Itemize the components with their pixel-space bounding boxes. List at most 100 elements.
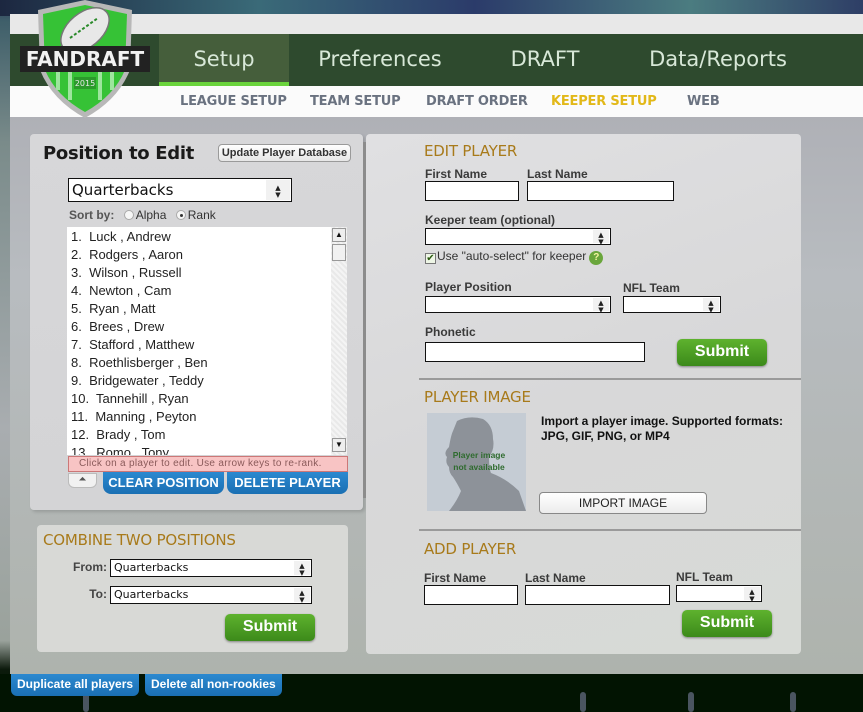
subnav-team-setup[interactable]: TEAM SETUP <box>310 94 401 109</box>
list-item[interactable]: 5. Ryan , Matt <box>71 301 156 316</box>
field-decoration <box>688 692 694 712</box>
duplicate-all-players-button[interactable]: Duplicate all players <box>11 674 140 696</box>
list-item[interactable]: 9. Bridgewater , Teddy <box>71 373 204 388</box>
combine-to-value: Quarterbacks <box>114 588 189 601</box>
subnav-draft-order[interactable]: DRAFT ORDER <box>426 94 528 109</box>
combine-to-select[interactable]: Quarterbacks ▲ ▼ <box>110 586 312 604</box>
clear-position-button[interactable]: CLEAR POSITION <box>103 472 224 494</box>
position-panel: Position to Edit Update Player Database … <box>30 134 366 510</box>
tab-preferences[interactable]: Preferences <box>305 34 455 86</box>
radio-rank[interactable] <box>175 210 186 220</box>
delete-player-button[interactable]: DELETE PLAYER <box>227 472 348 494</box>
combine-from-value: Quarterbacks <box>114 561 189 574</box>
list-item[interactable]: 6. Brees , Drew <box>71 319 164 334</box>
field-decoration <box>580 692 586 712</box>
auto-select-checkbox[interactable]: ✔ <box>425 253 436 264</box>
from-label: From: <box>73 560 107 574</box>
keeper-team-select[interactable]: ▲ ▼ <box>425 228 611 246</box>
spinner-icon: ▲ ▼ <box>744 587 760 603</box>
to-label: To: <box>89 587 107 601</box>
delete-all-non-rookies-button[interactable]: Delete all non-rookies <box>145 674 282 696</box>
first-name-label: First Name <box>425 167 488 181</box>
combine-from-select[interactable]: Quarterbacks ▲ ▼ <box>110 559 312 577</box>
add-nfl-team-label: NFL Team <box>676 570 733 584</box>
spinner-icon: ▲ ▼ <box>703 298 719 314</box>
edit-last-name-input[interactable] <box>527 181 674 201</box>
radio-alpha[interactable] <box>123 210 134 220</box>
player-list[interactable]: 1. Luck , Andrew 2. Rodgers , Aaron 3. W… <box>67 227 347 455</box>
nfl-team-label: NFL Team <box>623 281 680 295</box>
list-item[interactable]: 4. Newton , Cam <box>71 283 171 298</box>
player-image-placeholder: Player image not available <box>427 413 526 511</box>
fandraft-logo[interactable]: FANDRAFT 2015 <box>18 0 152 118</box>
list-item[interactable]: 13. Romo , Tony <box>71 445 169 455</box>
list-item[interactable]: 10. Tannehill , Ryan <box>71 391 189 406</box>
phonetic-input[interactable] <box>425 342 645 362</box>
spinner-icon: ▲ ▼ <box>294 561 310 577</box>
add-last-name-input[interactable] <box>525 585 670 605</box>
subnav-league-setup[interactable]: LEAGUE SETUP <box>180 94 287 109</box>
combine-title: COMBINE TWO POSITIONS <box>43 531 236 549</box>
image-not-available-text: Player image not available <box>452 450 506 472</box>
move-to-top-icon[interactable]: ⏶ <box>68 473 97 488</box>
position-title: Position to Edit <box>43 143 195 164</box>
add-nfl-team-select[interactable]: ▲ ▼ <box>676 585 762 603</box>
player-position-label: Player Position <box>425 280 512 294</box>
list-item[interactable]: 7. Stafford , Matthew <box>71 337 194 352</box>
spinner-icon: ▲ ▼ <box>266 180 290 200</box>
scroll-up-icon[interactable]: ▲ <box>332 228 346 242</box>
auto-select-option: ✔ Use "auto-select" for keeper? <box>425 249 604 265</box>
logo-text: FANDRAFT <box>26 47 145 71</box>
section-divider <box>419 529 801 531</box>
edit-submit-button[interactable]: Submit <box>677 339 767 366</box>
update-player-database-button[interactable]: Update Player Database <box>218 144 351 162</box>
help-icon[interactable]: ? <box>589 251 604 265</box>
spinner-icon: ▲ ▼ <box>294 588 310 604</box>
add-player-title: ADD PLAYER <box>424 540 517 558</box>
last-name-label: Last Name <box>527 167 588 181</box>
add-first-name-label: First Name <box>424 571 487 585</box>
tab-data-reports[interactable]: Data/Reports <box>638 34 798 86</box>
combine-submit-button[interactable]: Submit <box>225 614 315 641</box>
combine-panel: COMBINE TWO POSITIONS From: To: Quarterb… <box>37 525 348 652</box>
player-panel: EDIT PLAYER First Name Last Name Keeper … <box>366 134 801 654</box>
import-description: Import a player image. Supported formats… <box>541 414 784 443</box>
field-decoration <box>790 692 796 712</box>
scroll-down-icon[interactable]: ▼ <box>332 438 346 452</box>
list-item[interactable]: 1. Luck , Andrew <box>71 229 171 244</box>
tab-draft[interactable]: DRAFT <box>490 34 600 86</box>
list-item[interactable]: 12. Brady , Tom <box>71 427 165 442</box>
subnav-web[interactable]: WEB <box>687 94 720 109</box>
list-hint: Click on a player to edit. Use arrow key… <box>68 456 348 472</box>
player-position-select[interactable]: ▲ ▼ <box>425 296 611 314</box>
keeper-team-label: Keeper team (optional) <box>425 213 556 227</box>
position-select[interactable]: Quarterbacks ▲ ▼ <box>68 178 292 202</box>
list-item[interactable]: 3. Wilson , Russell <box>71 265 182 280</box>
add-last-name-label: Last Name <box>525 571 586 585</box>
sort-label: Sort by: <box>69 208 115 222</box>
radio-alpha-label: Alpha <box>135 208 167 222</box>
player-image-title: PLAYER IMAGE <box>424 388 531 406</box>
list-scrollbar[interactable]: ▲ ▼ <box>331 227 347 455</box>
subnav-keeper-setup[interactable]: KEEPER SETUP <box>551 94 657 109</box>
auto-select-label: Use "auto-select" for keeper <box>437 249 587 263</box>
spinner-icon: ▲ ▼ <box>593 298 609 314</box>
phonetic-label: Phonetic <box>425 325 476 339</box>
scroll-thumb[interactable] <box>332 244 346 261</box>
nfl-team-select[interactable]: ▲ ▼ <box>623 296 721 314</box>
add-submit-button[interactable]: Submit <box>682 610 772 637</box>
import-image-button[interactable]: IMPORT IMAGE <box>539 492 707 514</box>
add-first-name-input[interactable] <box>424 585 518 605</box>
position-select-value: Quarterbacks <box>72 181 174 199</box>
logo-year: 2015 <box>75 79 95 88</box>
list-item[interactable]: 8. Roethlisberger , Ben <box>71 355 208 370</box>
sort-options: Sort by: Alpha Rank <box>69 208 216 222</box>
list-item[interactable]: 2. Rodgers , Aaron <box>71 247 183 262</box>
section-divider <box>419 378 801 380</box>
tab-setup[interactable]: Setup <box>159 34 289 86</box>
edit-first-name-input[interactable] <box>425 181 519 201</box>
radio-rank-label: Rank <box>187 208 216 222</box>
edit-player-title: EDIT PLAYER <box>424 142 518 160</box>
list-item[interactable]: 11. Manning , Peyton <box>71 409 197 424</box>
spinner-icon: ▲ ▼ <box>593 230 609 246</box>
